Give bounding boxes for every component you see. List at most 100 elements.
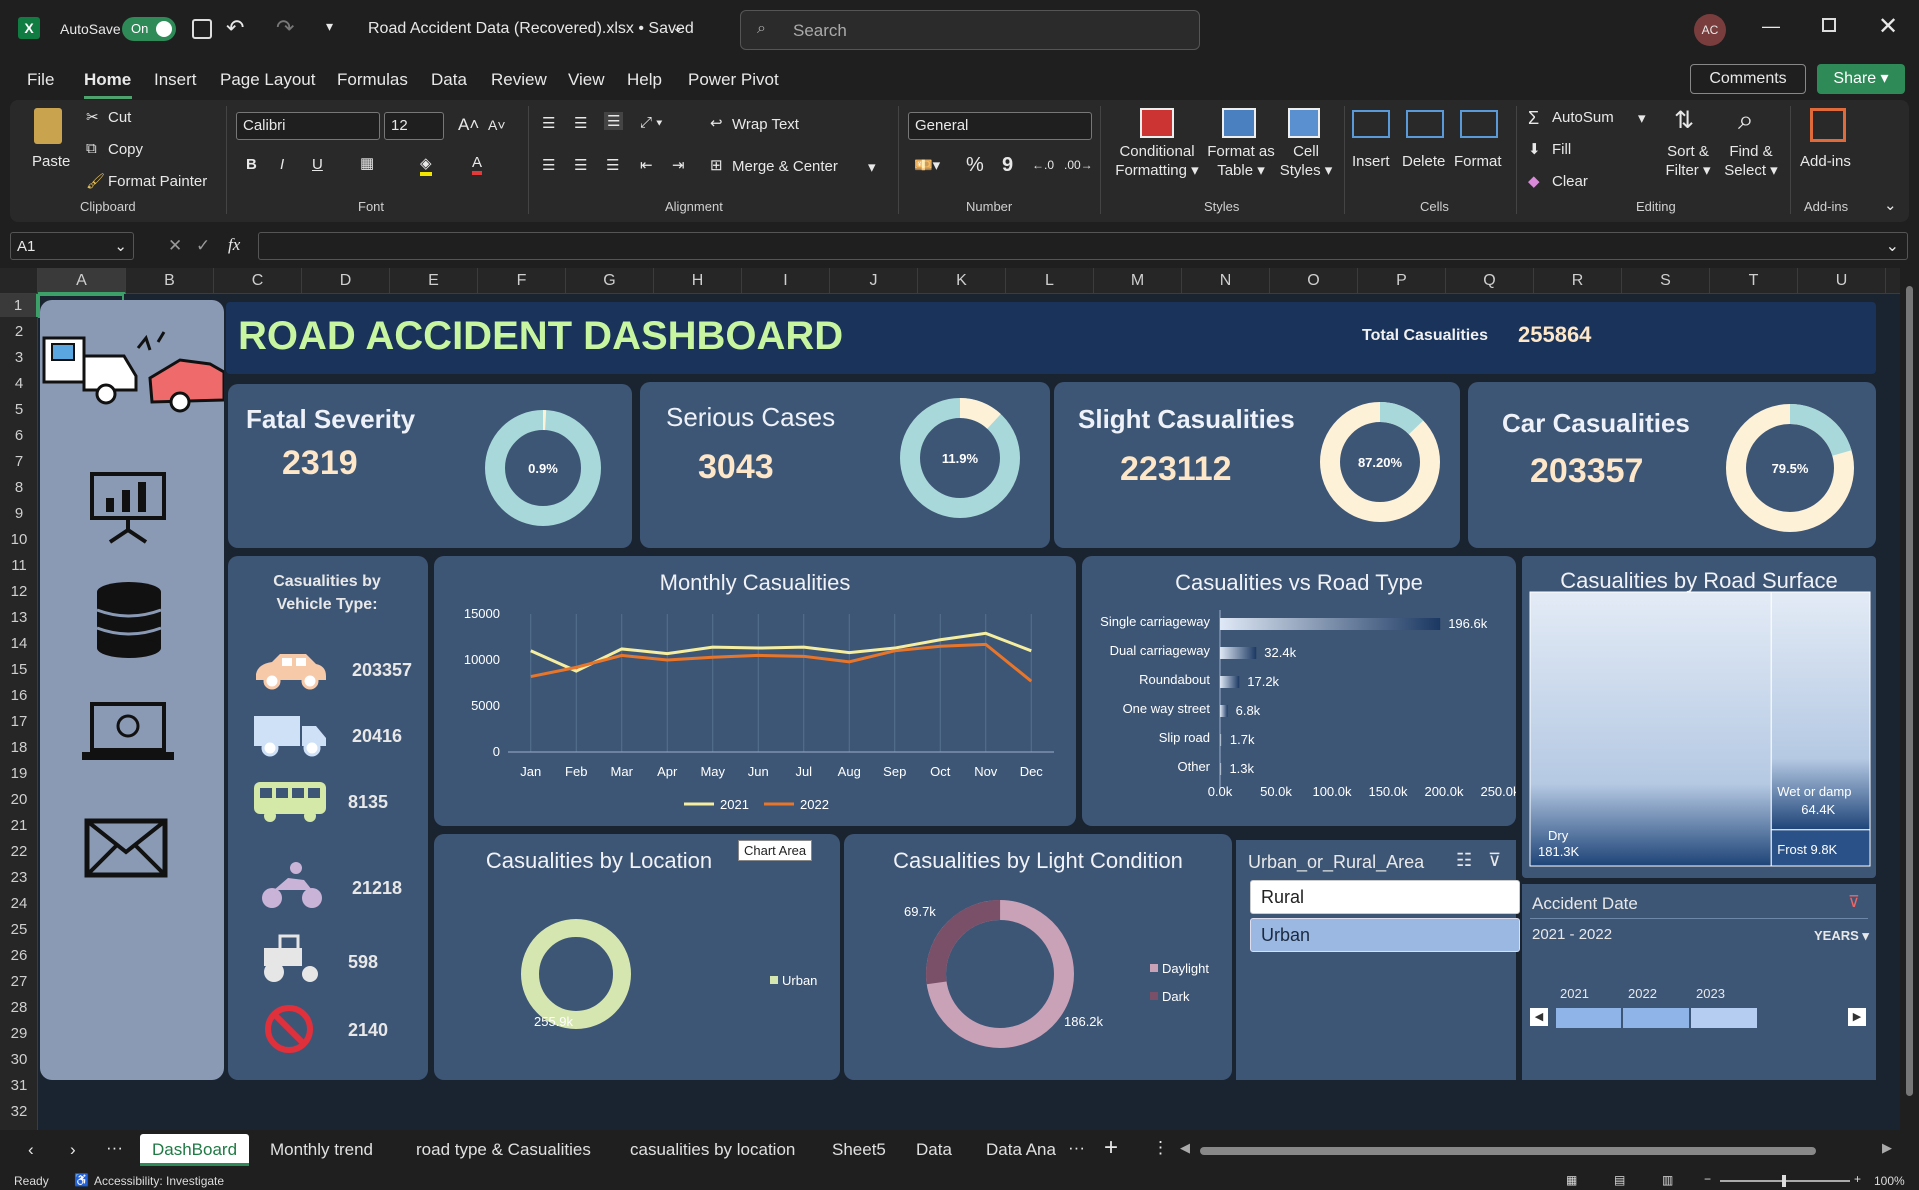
kpi-card-car[interactable]: Car Casualities 203357 79.5% xyxy=(1468,382,1876,548)
timeline-scroll-right[interactable]: ▶ xyxy=(1848,1008,1866,1026)
cell-styles-button[interactable]: Cell Styles ▾ xyxy=(1278,142,1334,180)
underline-button[interactable]: U xyxy=(312,156,323,173)
add-sheet-icon[interactable]: + xyxy=(1104,1134,1118,1162)
accessibility-status[interactable]: Accessibility: Investigate xyxy=(94,1174,224,1188)
enter-icon[interactable]: ✓ xyxy=(196,236,210,256)
menu-data[interactable]: Data xyxy=(431,70,467,90)
row-header[interactable]: 23 xyxy=(0,866,38,889)
increase-indent-icon[interactable]: ⇥ xyxy=(672,156,685,174)
avatar[interactable]: AC xyxy=(1694,14,1726,46)
row-header[interactable]: 17 xyxy=(0,710,38,733)
row-header[interactable]: 3 xyxy=(0,346,38,369)
column-header[interactable]: E xyxy=(390,268,478,294)
column-header[interactable]: F xyxy=(478,268,566,294)
column-header[interactable]: L xyxy=(1006,268,1094,294)
name-box[interactable]: A1 ⌄ xyxy=(10,232,134,260)
page-layout-view-icon[interactable]: ▤ xyxy=(1614,1173,1625,1187)
clear-button[interactable]: Clear xyxy=(1552,173,1588,190)
menu-formulas[interactable]: Formulas xyxy=(337,70,408,90)
row-header[interactable]: 15 xyxy=(0,658,38,681)
align-bottom-icon[interactable]: ☰ xyxy=(604,112,624,130)
menu-home[interactable]: Home xyxy=(84,70,131,90)
row-header[interactable]: 16 xyxy=(0,684,38,707)
row-header[interactable]: 9 xyxy=(0,502,38,525)
row-header[interactable]: 4 xyxy=(0,372,38,395)
decrease-font-icon[interactable]: A˅ xyxy=(488,117,506,133)
decrease-indent-icon[interactable]: ⇤ xyxy=(640,156,653,174)
restore-icon[interactable] xyxy=(1822,18,1836,32)
column-header[interactable]: I xyxy=(742,268,830,294)
autosave-toggle[interactable]: On xyxy=(122,17,176,41)
close-icon[interactable]: ✕ xyxy=(1878,12,1898,41)
row-header[interactable]: 32 xyxy=(0,1100,38,1123)
align-middle-icon[interactable]: ☰ xyxy=(574,114,587,132)
format-painter-button[interactable]: Format Painter xyxy=(108,173,207,190)
row-header[interactable]: 29 xyxy=(0,1022,38,1045)
column-header[interactable]: O xyxy=(1270,268,1358,294)
format-cells-button[interactable]: Format xyxy=(1454,152,1502,171)
monthly-casualities-chart[interactable]: Monthly Casualities Jan Feb Mar Apr May Jun Ju… xyxy=(434,556,1076,826)
menu-power-pivot[interactable]: Power Pivot xyxy=(688,70,779,90)
road-type-chart[interactable]: Casualities vs Road Type Single carriage… xyxy=(1082,556,1516,826)
save-icon[interactable] xyxy=(192,19,212,39)
column-header[interactable]: T xyxy=(1710,268,1798,294)
more-tabs-right-icon[interactable]: ··· xyxy=(1068,1138,1085,1158)
collapse-ribbon-icon[interactable]: ⌄ xyxy=(1884,196,1897,214)
cancel-icon[interactable]: ✕ xyxy=(168,236,182,256)
fill-button[interactable]: Fill xyxy=(1552,141,1571,158)
zoom-level[interactable]: 100% xyxy=(1874,1174,1905,1188)
column-header[interactable]: K xyxy=(918,268,1006,294)
file-title[interactable]: Road Accident Data (Recovered).xlsx • Sa… xyxy=(368,20,694,38)
slicer-item-urban[interactable]: Urban xyxy=(1250,918,1520,952)
row-header[interactable]: 12 xyxy=(0,580,38,603)
customize-qat-icon[interactable]: ▾ xyxy=(326,18,333,35)
comma-button[interactable]: 9 xyxy=(1002,154,1013,177)
column-header[interactable]: N xyxy=(1182,268,1270,294)
align-center-icon[interactable]: ☰ xyxy=(574,156,587,174)
scroll-right-icon[interactable]: ▶ xyxy=(1882,1140,1892,1156)
font-family-select[interactable]: Calibri xyxy=(236,112,380,140)
row-header[interactable]: 8 xyxy=(0,476,38,499)
delete-cells-button[interactable]: Delete xyxy=(1402,152,1445,171)
merge-center-button[interactable]: Merge & Center xyxy=(732,158,838,175)
more-tabs-icon[interactable]: ··· xyxy=(106,1138,123,1158)
increase-decimal-icon[interactable]: ←.0 xyxy=(1032,158,1054,172)
merge-dropdown-icon[interactable]: ▾ xyxy=(868,158,876,176)
tab-casualities-location[interactable]: casualities by location xyxy=(618,1134,807,1166)
menu-file[interactable]: File xyxy=(27,70,54,90)
borders-icon[interactable]: ▦ xyxy=(360,154,374,172)
normal-view-icon[interactable]: ▦ xyxy=(1566,1173,1577,1187)
tab-options-icon[interactable]: ⋮ xyxy=(1152,1138,1169,1158)
row-header[interactable]: 20 xyxy=(0,788,38,811)
minimize-icon[interactable]: — xyxy=(1762,16,1780,37)
menu-review[interactable]: Review xyxy=(491,70,547,90)
font-size-select[interactable]: 12 xyxy=(384,112,444,140)
vertical-scroll-thumb[interactable] xyxy=(1906,286,1913,1096)
row-header[interactable]: 6 xyxy=(0,424,38,447)
horizontal-scroll-thumb[interactable] xyxy=(1200,1147,1816,1155)
autosum-button[interactable]: AutoSum xyxy=(1552,109,1614,126)
search-box[interactable]: ⌕ Search xyxy=(740,10,1200,50)
conditional-formatting-button[interactable]: Conditional Formatting ▾ xyxy=(1110,142,1204,180)
tab-road-type[interactable]: road type & Casualities xyxy=(404,1134,603,1166)
menu-page-layout[interactable]: Page Layout xyxy=(220,70,315,90)
scroll-left-icon[interactable]: ◀ xyxy=(1180,1140,1190,1156)
number-format-select[interactable]: General xyxy=(908,112,1092,140)
column-header[interactable]: P xyxy=(1358,268,1446,294)
fill-color-icon[interactable]: ◈ xyxy=(420,154,432,176)
percent-button[interactable]: % xyxy=(966,154,984,177)
row-header[interactable]: 26 xyxy=(0,944,38,967)
decrease-decimal-icon[interactable]: .00→ xyxy=(1064,158,1093,172)
align-left-icon[interactable]: ☰ xyxy=(542,156,555,174)
multi-select-icon[interactable]: ☷ xyxy=(1456,850,1472,871)
column-header[interactable]: C xyxy=(214,268,302,294)
clear-filter-icon[interactable]: ⊽ xyxy=(1488,850,1501,871)
add-ins-button[interactable]: Add-ins xyxy=(1800,152,1851,171)
column-header[interactable]: Q xyxy=(1446,268,1534,294)
light-condition-chart[interactable]: Casualities by Light Condition 186.2k 69.… xyxy=(844,834,1232,1080)
row-header[interactable]: 21 xyxy=(0,814,38,837)
row-header[interactable]: 2 xyxy=(0,320,38,343)
cut-button[interactable]: Cut xyxy=(108,109,131,126)
align-top-icon[interactable]: ☰ xyxy=(542,114,555,132)
column-header[interactable]: J xyxy=(830,268,918,294)
